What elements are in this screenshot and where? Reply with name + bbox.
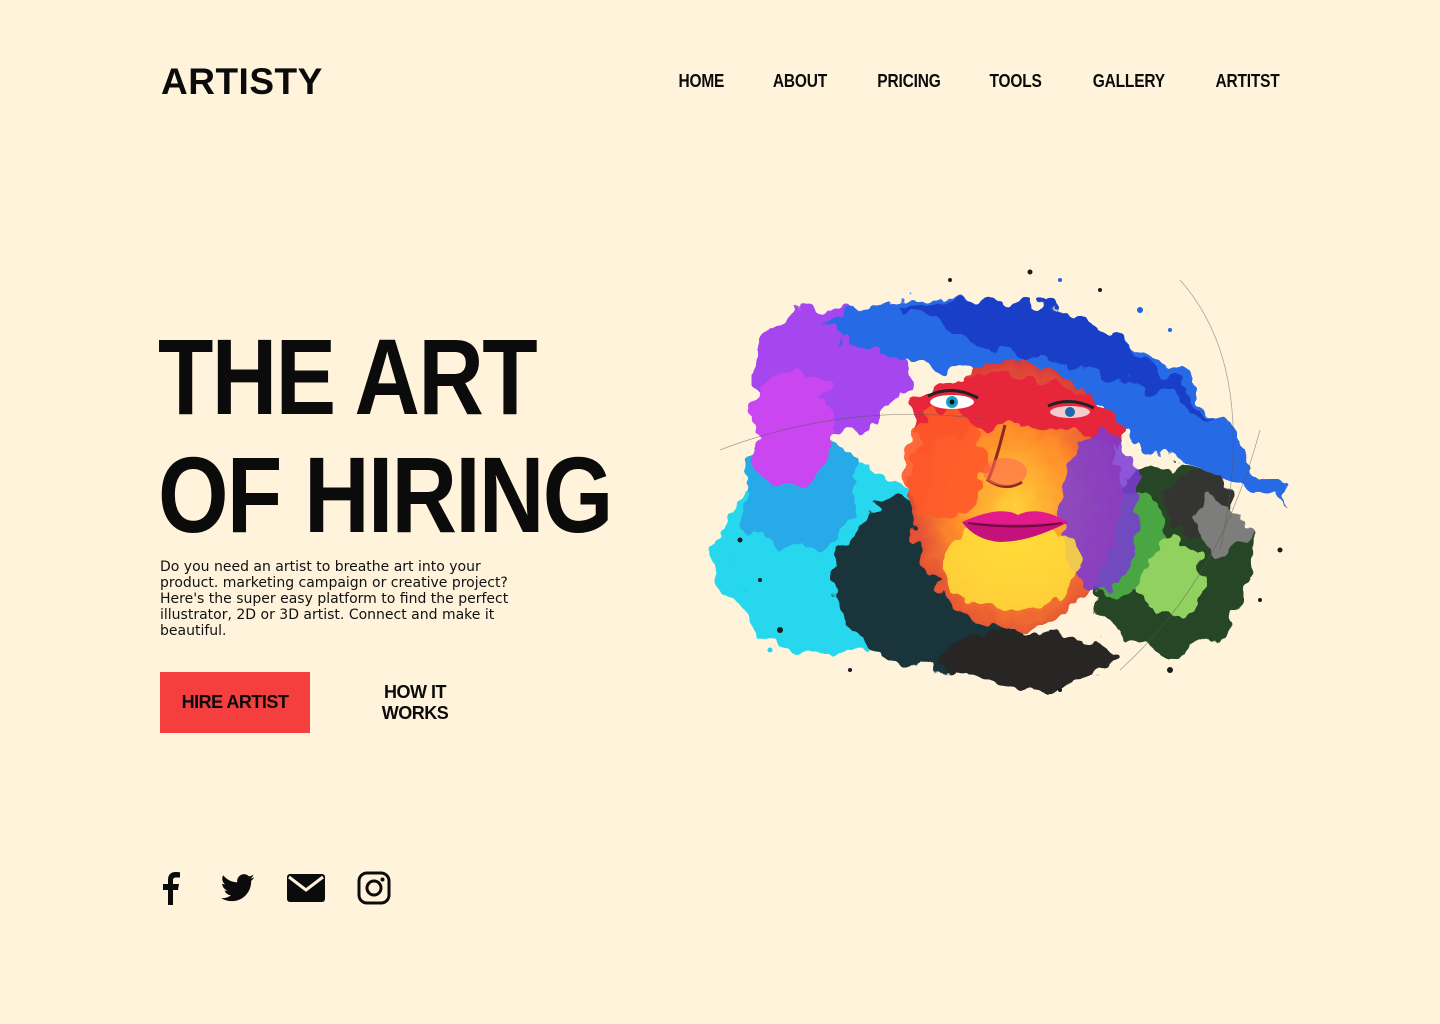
instagram-icon[interactable] — [354, 868, 394, 908]
hero-title-line-2: OF HIRING — [158, 434, 613, 555]
hero-portrait-image — [715, 269, 1290, 692]
twitter-icon[interactable] — [218, 868, 258, 908]
how-it-works-button[interactable]: HOW IT WORKS — [350, 672, 480, 733]
main-nav: HOME ABOUT PRICING TOOLS GALLERY ARTITST — [631, 68, 1280, 94]
facebook-icon[interactable] — [150, 868, 190, 908]
email-icon[interactable] — [286, 868, 326, 908]
nav-gallery[interactable]: GALLERY — [1093, 68, 1165, 94]
hero-title-line-1: THE ART — [158, 316, 538, 437]
nav-pricing[interactable]: PRICING — [877, 68, 940, 94]
nav-about[interactable]: ABOUT — [773, 68, 827, 94]
nav-tools[interactable]: TOOLS — [989, 68, 1041, 94]
hero-title: THE ART OF HIRING — [158, 316, 613, 555]
nav-artist[interactable]: ARTITST — [1216, 68, 1280, 94]
hire-artist-button[interactable]: HIRE ARTIST — [160, 672, 310, 733]
hero-description: Do you need an artist to breathe art int… — [160, 559, 509, 639]
brand-logo[interactable]: ARTISTY — [161, 60, 323, 104]
social-links — [150, 868, 422, 908]
nav-home[interactable]: HOME — [678, 68, 724, 94]
